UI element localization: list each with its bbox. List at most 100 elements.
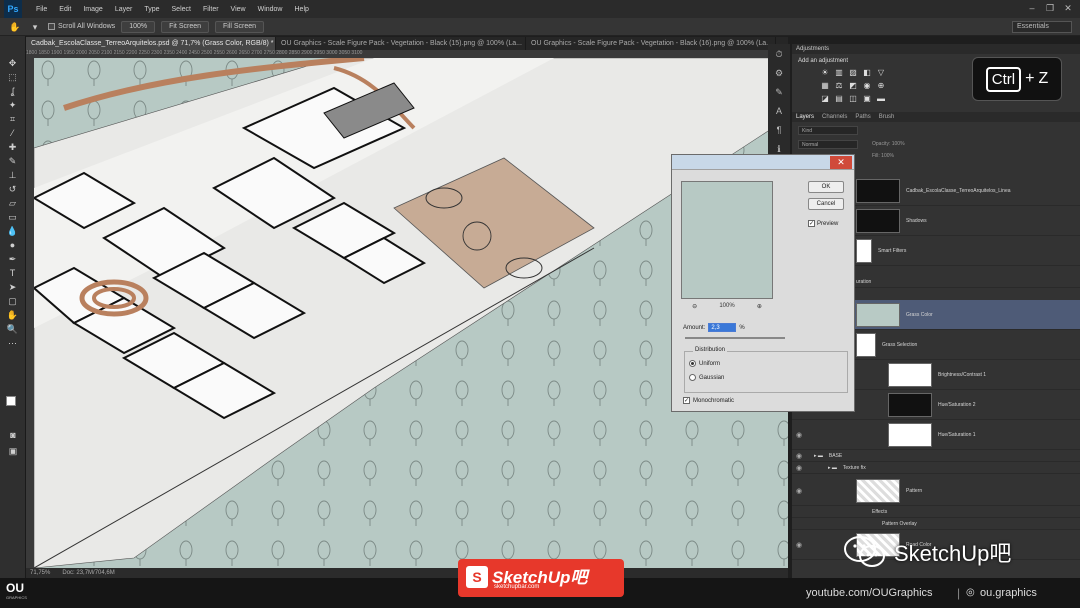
- dialog-close-button[interactable]: ✕: [830, 156, 852, 169]
- brightness-icon[interactable]: ☀: [820, 68, 830, 77]
- vertical-ruler[interactable]: [26, 58, 34, 568]
- exposure-icon[interactable]: ◧: [862, 68, 872, 77]
- marquee-tool-icon[interactable]: ⬚: [4, 71, 22, 84]
- cancel-button[interactable]: Cancel: [808, 198, 844, 210]
- vibrance-icon[interactable]: ▽: [876, 68, 886, 77]
- effects-row[interactable]: Pattern Overlay: [792, 518, 1080, 530]
- menu-image[interactable]: Image: [77, 6, 108, 13]
- zoom-100-button[interactable]: 100%: [121, 20, 156, 33]
- hand-tool-icon[interactable]: ✋: [8, 21, 22, 33]
- menu-layer[interactable]: Layer: [109, 6, 139, 13]
- minimize-button[interactable]: –: [1026, 2, 1038, 14]
- invert-icon[interactable]: ◪: [820, 94, 830, 103]
- dialog-title-bar[interactable]: [672, 155, 854, 170]
- visibility-eye-icon[interactable]: ◉: [792, 431, 806, 439]
- menu-view[interactable]: View: [225, 6, 252, 13]
- screen-mode-icon[interactable]: ▣: [4, 445, 22, 458]
- restore-button[interactable]: ❐: [1044, 2, 1056, 14]
- monochromatic-checkbox[interactable]: ✓ Monochromatic: [683, 397, 734, 404]
- selective-color-icon[interactable]: ▣: [862, 94, 872, 103]
- curves-icon[interactable]: ▨: [848, 68, 858, 77]
- menu-file[interactable]: File: [30, 6, 53, 13]
- workspace-select[interactable]: Essentials: [1012, 21, 1072, 33]
- quick-mask-icon[interactable]: ◙: [4, 429, 22, 442]
- black-white-icon[interactable]: ◩: [848, 81, 858, 90]
- properties-panel-icon[interactable]: ⚙: [772, 68, 786, 82]
- menu-type[interactable]: Type: [138, 6, 165, 13]
- blend-mode-select[interactable]: Normal: [798, 140, 858, 149]
- visibility-eye-icon[interactable]: ◉: [792, 541, 806, 549]
- channel-mixer-icon[interactable]: ⊕: [876, 81, 886, 90]
- paragraph-panel-icon[interactable]: ¶: [772, 125, 786, 139]
- fill-field[interactable]: Fill: 100%: [872, 152, 917, 161]
- brush-panel-icon[interactable]: ✎: [772, 87, 786, 101]
- layer-kind-filter[interactable]: Kind: [798, 126, 858, 135]
- adjustments-panel-tab[interactable]: Adjustments: [792, 44, 1080, 54]
- blur-tool-icon[interactable]: 💧: [4, 225, 22, 238]
- zoom-readout[interactable]: 71,75%: [30, 570, 50, 576]
- pen-tool-icon[interactable]: ✒: [4, 253, 22, 266]
- menu-edit[interactable]: Edit: [53, 6, 77, 13]
- scroll-all-windows-checkbox[interactable]: Scroll All Windows: [48, 23, 115, 30]
- gradient-tool-icon[interactable]: ▭: [4, 211, 22, 224]
- character-panel-icon[interactable]: A: [772, 106, 786, 120]
- layer-group-row[interactable]: ◉ ▸ ▬ Texture fix: [792, 462, 1080, 474]
- layer-group-row[interactable]: ◉ ▸ ▬ BASE: [792, 450, 1080, 462]
- visibility-eye-icon[interactable]: ◉: [792, 487, 806, 495]
- eyedropper-tool-icon[interactable]: ⁄: [4, 127, 22, 140]
- menu-window[interactable]: Window: [252, 6, 289, 13]
- preview-checkbox[interactable]: ✓ Preview: [808, 220, 838, 227]
- horizontal-ruler[interactable]: 1800 1850 1900 1950 2000 2050 2100 2150 …: [26, 50, 788, 58]
- posterize-icon[interactable]: ▤: [834, 94, 844, 103]
- shape-tool-icon[interactable]: ▢: [4, 295, 22, 308]
- move-tool-icon[interactable]: ✥: [4, 57, 22, 70]
- lasso-tool-icon[interactable]: ʆ: [4, 85, 22, 98]
- gaussian-radio[interactable]: Gaussian: [689, 374, 724, 381]
- menu-help[interactable]: Help: [289, 6, 315, 13]
- tab-paths[interactable]: Paths: [855, 112, 870, 122]
- zoom-tool-icon[interactable]: 🔍: [4, 323, 22, 336]
- history-panel-icon[interactable]: ⏱: [772, 49, 786, 63]
- amount-slider[interactable]: [685, 337, 785, 339]
- crop-tool-icon[interactable]: ⌗: [4, 113, 22, 126]
- levels-icon[interactable]: ▥: [834, 68, 844, 77]
- threshold-icon[interactable]: ◫: [848, 94, 858, 103]
- eraser-tool-icon[interactable]: ▱: [4, 197, 22, 210]
- history-brush-tool-icon[interactable]: ↺: [4, 183, 22, 196]
- zoom-in-icon[interactable]: ⊕: [757, 303, 762, 310]
- menu-select[interactable]: Select: [166, 6, 197, 13]
- magic-wand-tool-icon[interactable]: ✦: [4, 99, 22, 112]
- opacity-field[interactable]: Opacity: 100%: [872, 140, 917, 149]
- visibility-eye-icon[interactable]: ◉: [792, 464, 806, 472]
- layer-row[interactable]: ◉ Pattern: [792, 476, 1080, 506]
- photo-filter-icon[interactable]: ◉: [862, 81, 872, 90]
- hand-tool-icon[interactable]: ✋: [4, 309, 22, 322]
- fit-screen-button[interactable]: Fit Screen: [161, 20, 209, 33]
- path-selection-tool-icon[interactable]: ➤: [4, 281, 22, 294]
- stamp-tool-icon[interactable]: ⊥: [4, 169, 22, 182]
- tool-preset-chevron-icon[interactable]: ▾: [28, 21, 42, 33]
- ok-button[interactable]: OK: [808, 181, 844, 193]
- fill-screen-button[interactable]: Fill Screen: [215, 20, 265, 33]
- tab-layers[interactable]: Layers: [796, 112, 814, 122]
- zoom-out-icon[interactable]: ⊖: [692, 303, 697, 310]
- amount-input[interactable]: 2,3: [708, 323, 737, 332]
- tab-vegetation-16[interactable]: OU Graphics - Scale Figure Pack - Vegeta…: [526, 37, 776, 50]
- gradient-map-icon[interactable]: ▬: [876, 94, 886, 103]
- tab-cadbak-psd[interactable]: Cadbak_EscolaClasse_TerreoArquitelos.psd…: [26, 37, 276, 50]
- visibility-eye-icon[interactable]: ◉: [792, 452, 806, 460]
- tab-vegetation-15[interactable]: OU Graphics - Scale Figure Pack - Vegeta…: [276, 37, 526, 50]
- close-window-button[interactable]: ✕: [1062, 2, 1074, 14]
- type-tool-icon[interactable]: T: [4, 267, 22, 280]
- more-tools-icon[interactable]: ⋯: [4, 337, 22, 350]
- tab-channels[interactable]: Channels: [822, 112, 847, 122]
- tab-brush[interactable]: Brush: [879, 112, 895, 122]
- color-balance-icon[interactable]: ⚖: [834, 81, 844, 90]
- menu-filter[interactable]: Filter: [197, 6, 225, 13]
- layer-row[interactable]: ◉ Hue/Saturation 1: [792, 420, 1080, 450]
- dodge-tool-icon[interactable]: ●: [4, 239, 22, 252]
- uniform-radio[interactable]: Uniform: [689, 360, 720, 367]
- foreground-color-swatch[interactable]: [6, 396, 16, 406]
- effects-row[interactable]: Effects: [792, 506, 1080, 518]
- hue-saturation-icon[interactable]: ▦: [820, 81, 830, 90]
